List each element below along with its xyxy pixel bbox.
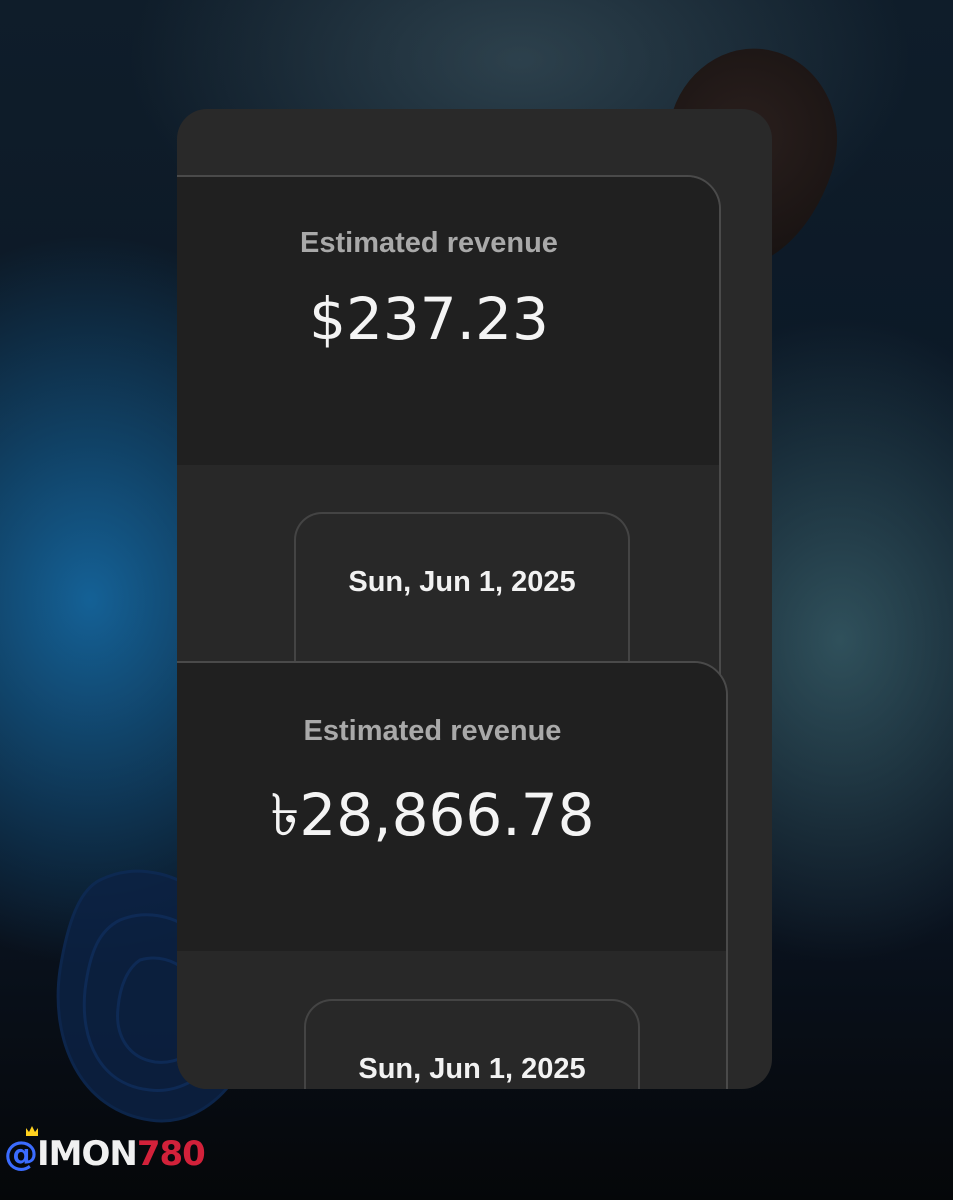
revenue-label: Estimated revenue — [300, 227, 558, 259]
watermark-i: I — [37, 1134, 50, 1174]
revenue-value: $237.23 — [309, 285, 549, 353]
revenue-value: ৳28,866.78 — [270, 781, 595, 849]
watermark-number: 780 — [136, 1134, 206, 1174]
phone-card: Estimated revenue $237.23 Sun, Jun 1, 20… — [177, 109, 772, 1089]
date-chip[interactable]: Sun, Jun 1, 2025 — [294, 512, 630, 664]
date-label: Sun, Jun 1, 2025 — [358, 1053, 586, 1085]
revenue-panel-bdt: Estimated revenue ৳28,866.78 Sun, Jun 1,… — [177, 661, 728, 1089]
date-chip[interactable]: Sun, Jun 1, 2025 — [304, 999, 640, 1089]
date-label: Sun, Jun 1, 2025 — [348, 566, 576, 598]
crown-icon — [26, 1126, 38, 1136]
watermark-mon: MON — [48, 1134, 138, 1174]
revenue-label: Estimated revenue — [303, 715, 562, 747]
watermark-at: @ — [4, 1134, 38, 1174]
watermark-handle: @IMON780 — [4, 1126, 206, 1176]
